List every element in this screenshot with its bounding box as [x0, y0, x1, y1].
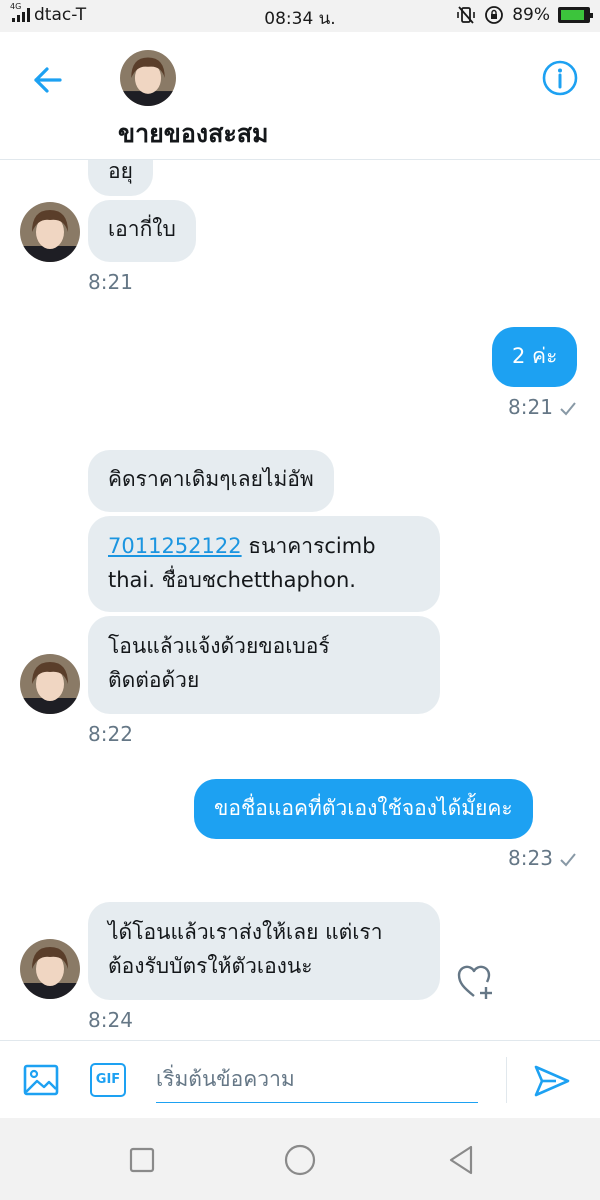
read-check-icon	[560, 853, 576, 867]
avatar[interactable]	[120, 50, 176, 106]
back-icon[interactable]	[444, 1142, 480, 1178]
like-heart-add-icon[interactable]	[456, 962, 496, 1002]
divider	[506, 1057, 507, 1103]
conversation-header: ขายของสะสม	[0, 32, 600, 160]
message-timestamp: 8:22	[88, 722, 133, 746]
message-bubble-received[interactable]: โอนแล้วแจ้งด้วยขอเบอร์ ติดต่อด้วย	[88, 616, 440, 714]
message-text: thai. ชื่อบชchetthaphon.	[108, 568, 356, 592]
system-nav-bar	[0, 1118, 600, 1200]
conversation-title: ขายของสะสม	[118, 119, 269, 148]
message-timestamp: 8:21	[88, 270, 133, 294]
avatar[interactable]	[20, 654, 80, 714]
image-icon[interactable]	[22, 1061, 60, 1099]
message-text: คิดราคาเดิมๆเลยไม่อัพ	[108, 467, 314, 491]
message-bubble-sent[interactable]: ขอชื่อแอคที่ตัวเองใช้จองได้มั้ยคะ	[194, 779, 533, 839]
message-text: ธนาคารcimb	[241, 534, 376, 558]
message-text: ติดต่อด้วย	[108, 668, 200, 692]
phone-number-link[interactable]: 7011252122	[108, 534, 242, 558]
message-text: เอากี่ใบ	[108, 217, 176, 241]
message-text: โอนแล้วแจ้งด้วยขอเบอร์	[108, 634, 330, 658]
message-list[interactable]: อยุ เอากี่ใบ 8:21 2 ค่ะ 8:21 คิดราคาเดิม…	[0, 160, 600, 1040]
message-bubble-sent[interactable]: 2 ค่ะ	[492, 327, 578, 387]
message-composer: GIF	[0, 1040, 600, 1118]
message-text: ได้โอนแล้วเราส่งให้เลย แต่เรา	[108, 920, 383, 944]
message-timestamp: 8:23	[508, 846, 553, 870]
status-bar: 4G dtac-T 08:34 น. 89%	[0, 0, 600, 32]
message-bubble-received[interactable]: เอากี่ใบ	[88, 200, 196, 262]
gif-button[interactable]: GIF	[90, 1063, 126, 1097]
message-timestamp: 8:21	[508, 395, 553, 419]
info-icon[interactable]	[540, 58, 580, 98]
rotation-lock-icon	[485, 6, 504, 24]
avatar[interactable]	[20, 939, 80, 999]
avatar[interactable]	[20, 202, 80, 262]
send-icon[interactable]	[532, 1061, 572, 1101]
battery-percent: 89%	[512, 5, 550, 25]
message-bubble-received[interactable]: 7011252122 ธนาคารcimb thai. ชื่อบชchetth…	[88, 516, 440, 612]
message-text: อยุ	[108, 160, 133, 183]
battery-icon	[558, 7, 593, 23]
status-right: 89%	[456, 5, 593, 25]
message-bubble-received[interactable]: คิดราคาเดิมๆเลยไม่อัพ	[88, 450, 334, 512]
message-bubble-received[interactable]: อยุ	[88, 160, 153, 196]
read-check-icon	[560, 402, 576, 416]
recent-apps-icon[interactable]	[124, 1142, 160, 1178]
message-text: 2 ค่ะ	[512, 344, 558, 368]
message-bubble-received[interactable]: ได้โอนแล้วเราส่งให้เลย แต่เรา ต้องรับบัต…	[88, 902, 440, 1000]
message-timestamp: 8:24	[88, 1008, 133, 1032]
message-text: ขอชื่อแอคที่ตัวเองใช้จองได้มั้ยคะ	[214, 796, 513, 820]
message-text: ต้องรับบัตรให้ตัวเองนะ	[108, 954, 313, 978]
message-input[interactable]	[156, 1055, 478, 1103]
battery-fill	[561, 10, 584, 20]
back-arrow-icon[interactable]	[28, 60, 68, 100]
home-icon[interactable]	[282, 1142, 318, 1178]
vibrate-mute-icon	[457, 6, 476, 24]
